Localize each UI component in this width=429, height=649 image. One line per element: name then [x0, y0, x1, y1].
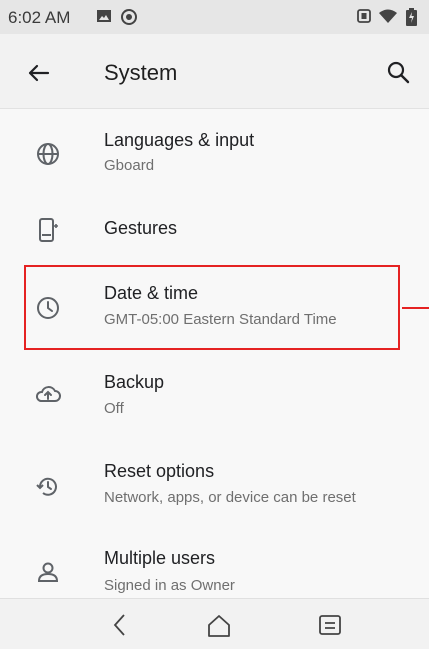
setting-title: Languages & input — [104, 130, 255, 150]
circle-notification-icon — [121, 9, 137, 25]
vibrate-icon — [357, 9, 371, 23]
search-icon[interactable] — [384, 58, 414, 88]
highlight-box — [24, 265, 400, 350]
status-bar: 6:02 AM — [0, 0, 429, 34]
setting-title: Backup — [104, 372, 165, 392]
backup-icon — [35, 386, 61, 402]
setting-subtitle: Network, apps, or device can be reset — [104, 489, 356, 506]
image-icon — [97, 10, 111, 22]
setting-title: Multiple users — [104, 548, 216, 568]
wifi-icon — [379, 9, 397, 23]
setting-languages-input[interactable]: Languages & input Gboard — [0, 118, 429, 202]
setting-subtitle: Gboard — [104, 157, 155, 174]
chevron-left-icon[interactable] — [106, 611, 134, 639]
back-arrow-icon[interactable] — [20, 58, 60, 88]
setting-reset-options[interactable]: Reset options Network, apps, or device c… — [0, 451, 429, 535]
user-icon — [37, 562, 59, 582]
recents-icon[interactable] — [316, 611, 344, 639]
setting-backup[interactable]: Backup Off — [0, 360, 429, 444]
setting-title: Reset options — [104, 461, 215, 481]
gestures-icon — [39, 218, 58, 242]
reset-icon — [36, 477, 57, 496]
home-icon[interactable] — [205, 611, 233, 639]
battery-icon — [406, 8, 417, 26]
globe-icon — [37, 143, 59, 165]
setting-subtitle: Off — [104, 400, 124, 417]
app-bar: System — [0, 34, 429, 109]
setting-title: Gestures — [104, 218, 178, 238]
setting-subtitle: Signed in as Owner — [104, 577, 235, 594]
navigation-bar — [0, 598, 429, 649]
page-title: System — [104, 60, 178, 85]
status-time: 6:02 AM — [8, 8, 71, 27]
highlight-pointer-line — [402, 307, 429, 309]
